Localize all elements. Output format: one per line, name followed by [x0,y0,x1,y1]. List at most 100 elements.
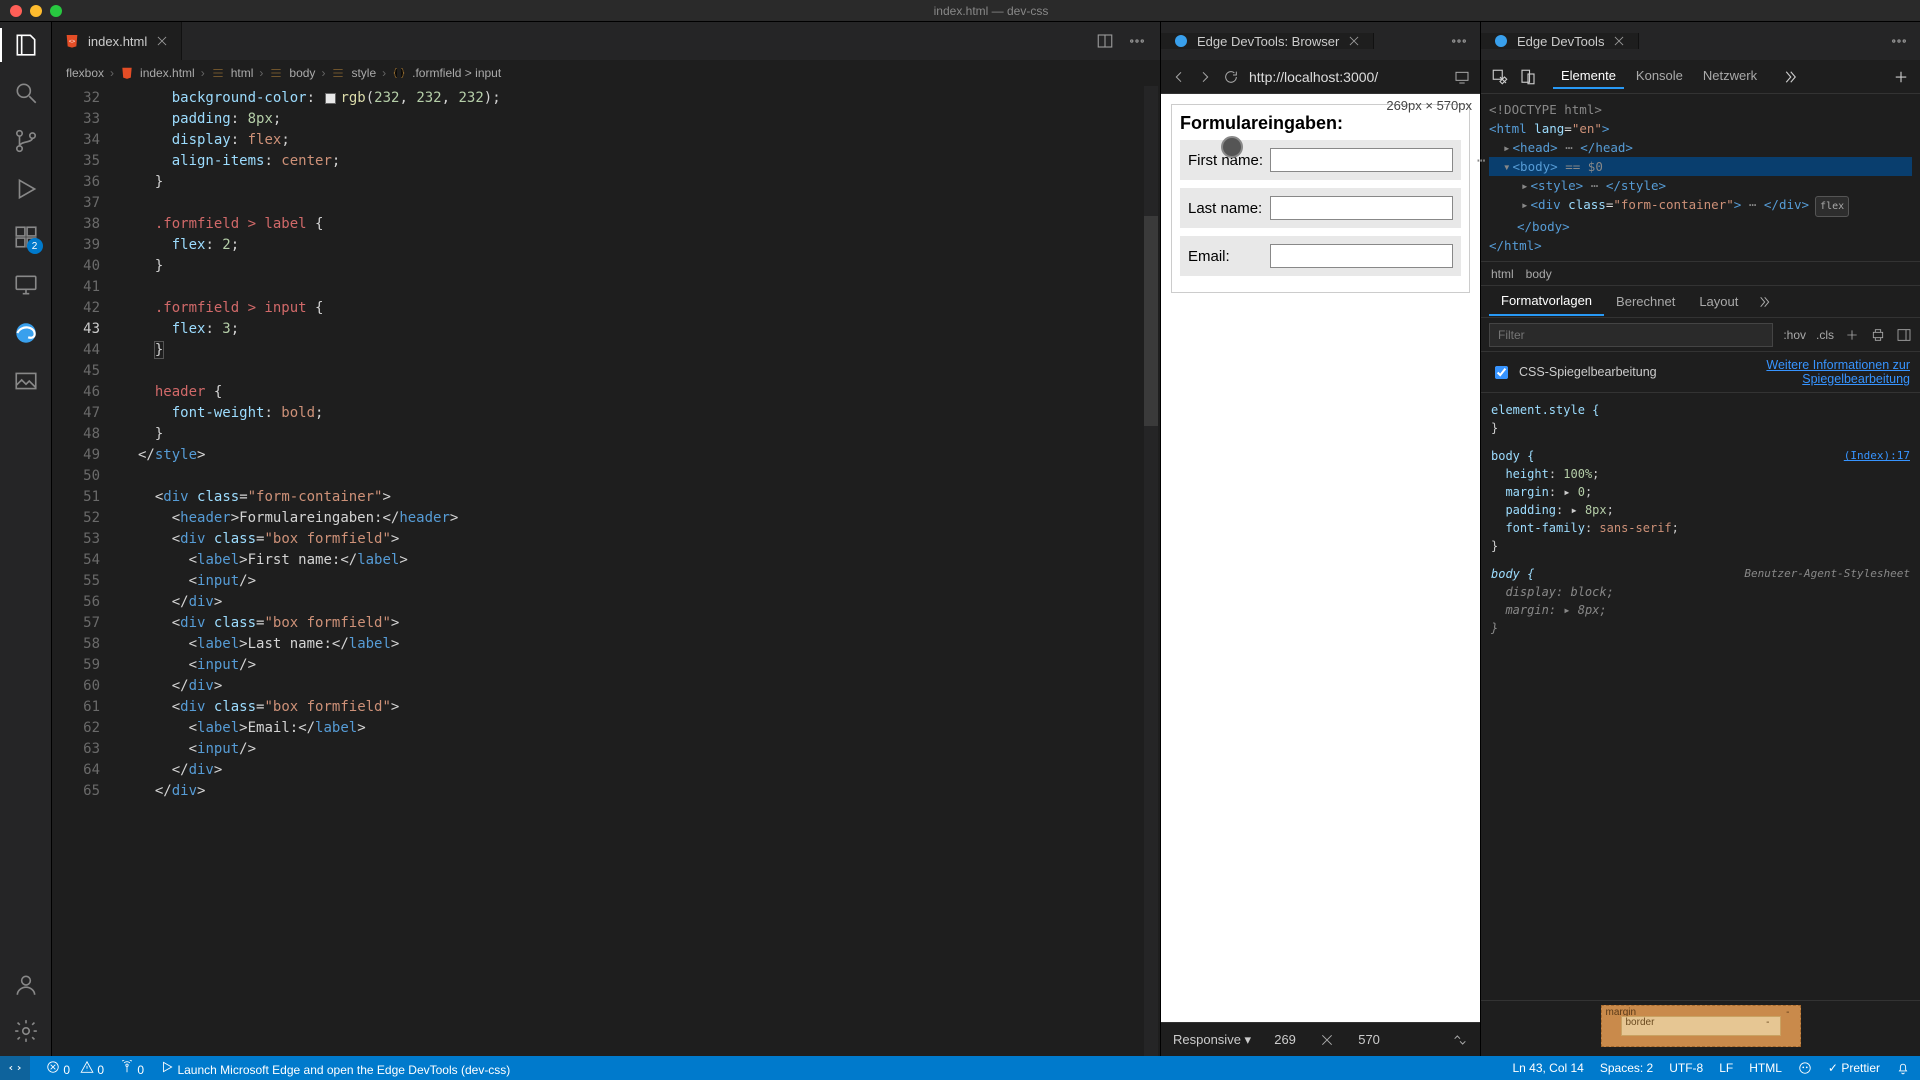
styles-filter-row: :hov .cls [1481,318,1920,352]
activity-edge-tools[interactable] [13,320,39,346]
error-icon [46,1060,60,1074]
window-close-icon[interactable] [10,5,22,17]
status-encoding[interactable]: UTF-8 [1669,1061,1703,1075]
reload-icon[interactable] [1223,69,1239,85]
email-input[interactable] [1270,244,1453,268]
inspect-icon[interactable] [1491,68,1509,86]
print-icon[interactable] [1870,327,1886,343]
activity-extensions[interactable]: 2 [13,224,39,250]
activity-explorer[interactable] [13,32,39,58]
minimap-thumb[interactable] [1144,216,1158,426]
devtools-tab-elements[interactable]: Elemente [1553,64,1624,89]
status-eol[interactable]: LF [1719,1061,1733,1075]
window-minimize-icon[interactable] [30,5,42,17]
styles-tab-layout[interactable]: Layout [1687,288,1750,315]
rule-source-link[interactable]: (Index):17 [1844,447,1910,465]
breadcrumb-item[interactable]: style [351,66,376,80]
browser-tab-label: Edge DevTools: Browser [1197,34,1339,49]
minimap[interactable] [1144,86,1158,1056]
breadcrumb-item[interactable]: .formfield > input [412,66,501,80]
styles-tab-rules[interactable]: Formatvorlagen [1489,287,1604,316]
activity-search[interactable] [13,80,39,106]
rotate-icon[interactable] [1452,1032,1468,1048]
form-heading: Formulareingaben: [1180,113,1461,134]
styles-rules[interactable]: element.style { } (Index):17 body { heig… [1481,393,1920,1000]
add-rule-icon[interactable] [1844,327,1860,343]
more-icon[interactable] [1890,32,1908,50]
breadcrumb[interactable]: flexbox› index.html› html› body› style› … [52,60,1160,86]
more-icon[interactable] [1450,32,1468,50]
activity-remote-explorer[interactable] [13,272,39,298]
nav-forward-icon[interactable] [1197,69,1213,85]
dom-crumb[interactable]: html [1491,267,1514,281]
close-icon[interactable] [1612,34,1626,48]
status-indent[interactable]: Spaces: 2 [1600,1061,1653,1075]
activity-bar: 2 [0,22,52,1056]
dom-breadcrumb[interactable]: html body [1481,262,1920,286]
box-model[interactable]: margin - border - [1481,1000,1920,1056]
dom-actions-icon[interactable]: ⋯ [1477,152,1485,171]
status-launch-task[interactable]: Launch Microsoft Edge and open the Edge … [160,1060,510,1077]
breadcrumb-item[interactable]: flexbox [66,66,104,80]
css-rule-icon [392,66,406,80]
search-icon [13,80,39,106]
close-icon[interactable] [155,34,169,48]
styles-filter-input[interactable] [1489,323,1773,347]
edge-icon [1493,33,1509,49]
status-problems[interactable]: 0 0 [46,1060,104,1077]
close-icon[interactable] [1319,1032,1335,1048]
responsive-mode[interactable]: Responsive ▾ [1173,1032,1251,1048]
browser-tab[interactable]: Edge DevTools: Browser [1161,33,1374,49]
antenna-icon [120,1060,134,1074]
last-name-input[interactable] [1270,196,1453,220]
overflow-icon[interactable] [1756,294,1772,310]
viewport-dimensions: 269px × 570px [1386,98,1472,113]
code-area[interactable]: background-color: rgb(232, 232, 232); pa… [138,88,1160,802]
devtools-tab-console[interactable]: Konsole [1628,64,1691,89]
overflow-icon[interactable] [1781,68,1799,86]
viewport-height-input[interactable] [1347,1031,1391,1048]
activity-run-debug[interactable] [13,176,39,202]
nav-back-icon[interactable] [1171,69,1187,85]
more-icon[interactable] [1128,32,1146,50]
status-prettier[interactable]: ✓ Prettier [1828,1061,1880,1075]
status-language[interactable]: HTML [1749,1061,1782,1075]
cls-toggle[interactable]: .cls [1816,328,1834,342]
screencast-icon[interactable] [1454,69,1470,85]
status-ports[interactable]: 0 [120,1060,144,1077]
device-toggle-icon[interactable] [1519,68,1537,86]
dom-tree[interactable]: ⋯ <!DOCTYPE html> <html lang="en"> ▸<hea… [1481,94,1920,262]
css-mirror-info-link[interactable]: Weitere Informationen zur [1766,358,1910,372]
add-tab-icon[interactable] [1892,68,1910,86]
split-editor-icon[interactable] [1096,32,1114,50]
monitor-icon [13,272,39,298]
hov-toggle[interactable]: :hov [1783,328,1806,342]
files-icon [13,32,39,58]
devtools-tab-network[interactable]: Netzwerk [1695,64,1765,89]
breadcrumb-item[interactable]: index.html [140,66,195,80]
viewport-width-input[interactable] [1263,1031,1307,1048]
status-cursor[interactable]: Ln 43, Col 14 [1512,1061,1583,1075]
remote-indicator[interactable] [0,1056,30,1080]
dom-crumb[interactable]: body [1526,267,1552,281]
css-mirror-info-link[interactable]: Spiegelbearbeitung [1802,372,1910,386]
activity-gallery[interactable] [13,368,39,394]
css-mirror-checkbox[interactable] [1495,366,1508,379]
bell-icon[interactable] [1896,1061,1910,1075]
close-icon[interactable] [1347,34,1361,48]
first-name-input[interactable] [1270,148,1453,172]
flex-badge[interactable]: flex [1815,196,1849,217]
activity-accounts[interactable] [13,972,39,998]
breadcrumb-item[interactable]: body [289,66,315,80]
code-editor[interactable]: 3233343536373839404142434445464748495051… [52,86,1160,1056]
panel-toggle-icon[interactable] [1896,327,1912,343]
window-zoom-icon[interactable] [50,5,62,17]
activity-settings[interactable] [13,1018,39,1044]
breadcrumb-item[interactable]: html [231,66,254,80]
copilot-icon[interactable] [1798,1061,1812,1075]
devtools-tab[interactable]: Edge DevTools [1481,33,1639,49]
url-bar[interactable]: http://localhost:3000/ [1249,69,1444,85]
editor-tab-index-html[interactable]: <> index.html [52,22,182,60]
activity-source-control[interactable] [13,128,39,154]
styles-tab-computed[interactable]: Berechnet [1604,288,1687,315]
